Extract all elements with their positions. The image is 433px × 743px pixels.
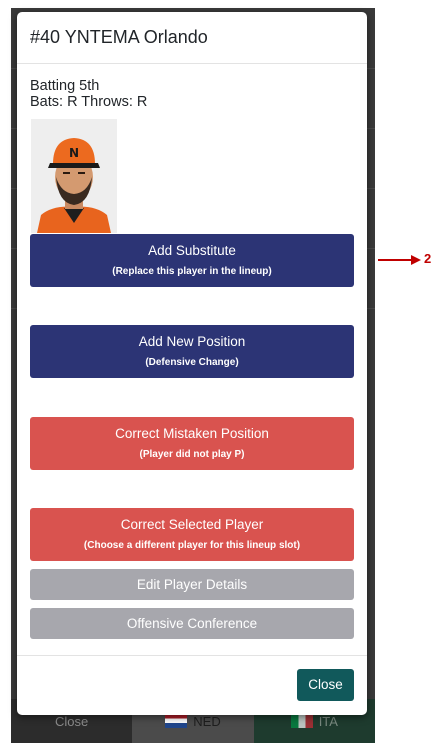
team-away-label: ITA bbox=[318, 713, 338, 729]
offensive-conference-button[interactable]: Offensive Conference bbox=[30, 608, 354, 639]
background-close-label: Close bbox=[55, 713, 89, 729]
bats-throws: Bats: R Throws: R bbox=[30, 94, 148, 110]
batting-order: Batting 5th bbox=[30, 78, 100, 94]
correct-selected-player-label: Correct Selected Player bbox=[120, 517, 264, 532]
correct-mistaken-position-label: Correct Mistaken Position bbox=[115, 426, 269, 441]
close-button[interactable]: Close bbox=[297, 669, 354, 701]
add-substitute-label: Add Substitute bbox=[148, 243, 236, 258]
add-new-position-button[interactable]: Add New Position (Defensive Change) bbox=[30, 325, 354, 378]
player-photo: N bbox=[31, 119, 117, 233]
player-photo-image: N bbox=[31, 119, 117, 233]
offensive-conference-label: Offensive Conference bbox=[126, 616, 258, 631]
team-home-label: NED bbox=[193, 713, 221, 729]
italy-flag-icon bbox=[290, 714, 313, 728]
add-substitute-sublabel: (Replace this player in the lineup) bbox=[112, 266, 272, 277]
edit-player-details-button[interactable]: Edit Player Details bbox=[30, 569, 354, 600]
correct-selected-player-sublabel: (Choose a different player for this line… bbox=[83, 540, 301, 551]
modal-title: #40 YNTEMA Orlando bbox=[30, 27, 208, 47]
annotation-arrow-icon bbox=[378, 255, 421, 265]
add-new-position-sublabel: (Defensive Change) bbox=[145, 357, 239, 368]
add-new-position-label: Add New Position bbox=[138, 334, 246, 349]
player-info: Batting 5th Bats: R Throws: R bbox=[30, 78, 147, 110]
modal-footer-divider bbox=[17, 655, 367, 656]
close-button-label: Close bbox=[308, 677, 343, 692]
correct-selected-player-button[interactable]: Correct Selected Player (Choose a differ… bbox=[30, 508, 354, 561]
correct-mistaken-position-sublabel: (Player did not play P) bbox=[139, 449, 245, 460]
player-modal: #40 YNTEMA Orlando Batting 5th Bats: R T… bbox=[17, 12, 367, 715]
edit-player-details-label: Edit Player Details bbox=[136, 577, 248, 592]
annotation-label: 2 bbox=[424, 251, 432, 266]
correct-mistaken-position-button[interactable]: Correct Mistaken Position (Player did no… bbox=[30, 417, 354, 470]
svg-text:N: N bbox=[69, 146, 79, 160]
screen: Close NED ITA #40 YNTEMA Orlando Batting… bbox=[0, 0, 433, 743]
modal-header: #40 YNTEMA Orlando bbox=[17, 12, 367, 64]
add-substitute-button[interactable]: Add Substitute (Replace this player in t… bbox=[30, 234, 354, 287]
netherlands-flag-icon bbox=[165, 714, 188, 728]
